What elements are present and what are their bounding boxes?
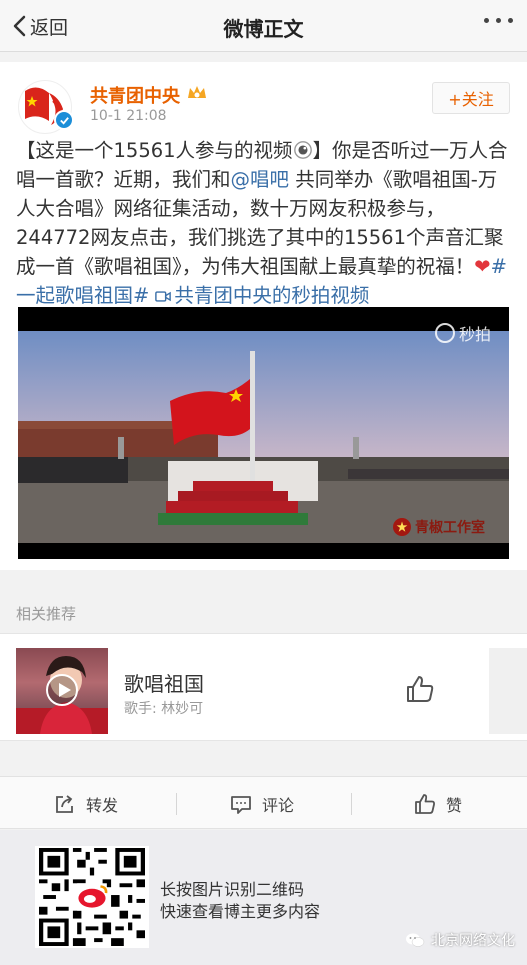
page-title: 微博正文 <box>223 17 304 41</box>
video-link[interactable]: 共青团中央的秒拍视频 <box>149 284 369 307</box>
top-navbar: 返回 微博正文 <box>0 0 527 52</box>
qr-footer: 长按图片识别二维码 快速查看博主更多内容 北京网络文化 <box>0 830 527 965</box>
comment-icon <box>231 795 251 814</box>
video-camera-icon <box>155 291 172 302</box>
more-menu-button[interactable] <box>484 18 513 23</box>
post-text-segment: 【这是一个15561人参与的视频 <box>16 139 293 162</box>
action-divider <box>351 793 352 815</box>
miaopai-watermark: 秒拍 <box>434 321 491 345</box>
vip-crown-icon <box>188 86 206 98</box>
watermark-label: 秒拍 <box>458 325 491 344</box>
repost-button[interactable]: 转发 <box>54 777 118 830</box>
song-artist: 歌手: 林妙可 <box>124 701 204 717</box>
studio-label: 青椒工作室 <box>415 520 485 536</box>
video-play-icon <box>293 141 312 159</box>
star-icon: ★ <box>393 518 411 536</box>
repost-label: 转发 <box>86 795 119 815</box>
action-bar: 转发 评论 赞 <box>0 776 527 829</box>
action-divider <box>176 793 177 815</box>
more-dot-icon <box>484 18 489 23</box>
more-dot-icon <box>496 18 501 23</box>
studio-watermark: ★ 青椒工作室 <box>393 517 485 537</box>
like-label: 赞 <box>446 795 463 815</box>
more-dot-icon <box>508 18 513 23</box>
wechat-icon <box>406 933 425 947</box>
source-watermark: 北京网络文化 <box>405 930 515 950</box>
qr-code[interactable] <box>35 846 149 948</box>
related-song-card[interactable]: 歌唱祖国 歌手: 林妙可 <box>0 633 527 741</box>
mention-link[interactable]: @唱吧 <box>231 168 290 191</box>
qr-code-image <box>39 848 145 946</box>
flag-raising-video-frame <box>18 331 509 543</box>
repost-icon <box>56 794 73 813</box>
qr-hint-line2: 快速查看博主更多内容 <box>160 902 321 921</box>
related-section-title: 相关推荐 <box>16 605 77 623</box>
comment-label: 评论 <box>262 795 295 815</box>
thumbs-up-icon[interactable] <box>405 674 435 704</box>
like-icon <box>415 793 435 814</box>
song-thumbnail <box>16 648 108 734</box>
play-icon[interactable] <box>46 674 78 706</box>
verified-badge-icon <box>54 110 74 130</box>
like-button[interactable]: 赞 <box>414 777 462 830</box>
weibo-post: 共青团中央 10-1 21:08 +关注 【这是一个15561人参与的视频 】你是… <box>0 62 527 570</box>
source-label: 北京网络文化 <box>431 933 515 949</box>
post-body: 【这是一个15561人参与的视频 】你是否听过一万人合唱一首歌？近期，我们和@唱吧… <box>16 136 512 310</box>
qr-hint-line1: 长按图片识别二维码 <box>160 880 305 899</box>
follow-button[interactable]: +关注 <box>432 82 510 114</box>
author-name[interactable]: 共青团中央 <box>90 82 180 108</box>
video-player[interactable]: 秒拍 ★ 青椒工作室 <box>18 307 509 559</box>
comment-button[interactable]: 评论 <box>230 777 294 830</box>
next-card-edge <box>489 648 527 734</box>
song-title[interactable]: 歌唱祖国 <box>124 668 204 697</box>
video-link-label: 共青团中央的秒拍视频 <box>174 284 370 307</box>
camera-icon <box>434 323 455 343</box>
post-timestamp: 10-1 21:08 <box>90 108 167 124</box>
heart-icon: ❤ <box>474 255 491 278</box>
